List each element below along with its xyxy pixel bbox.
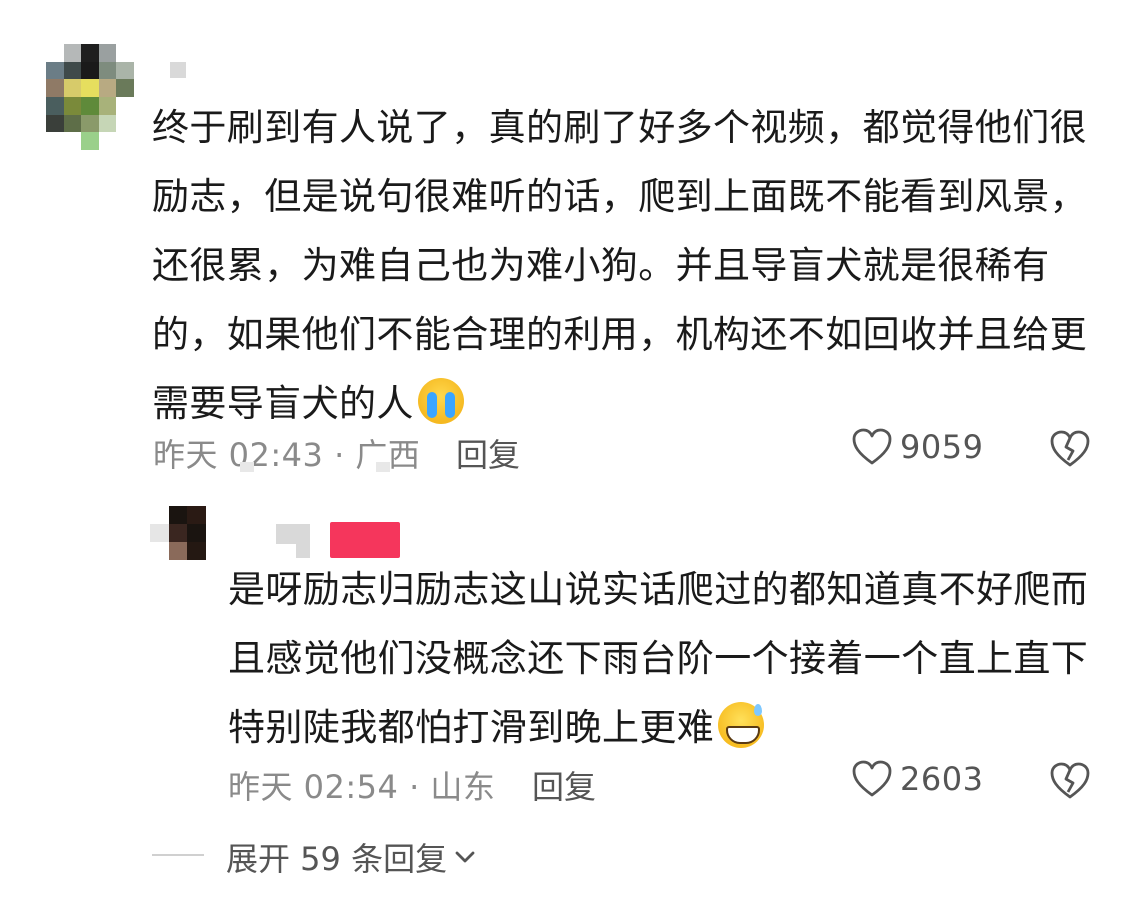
expand-replies-label: 展开 59 条回复: [226, 840, 448, 878]
loudly-crying-face-emoji: [417, 378, 464, 424]
broken-heart-icon[interactable]: [1050, 762, 1090, 800]
divider: [152, 854, 204, 856]
comment-body: 是呀励志归励志这山说实话爬过的都知道真不好爬而且感觉他们没概念还下雨台阶一个接着…: [228, 568, 1089, 749]
broken-heart-icon[interactable]: [1050, 430, 1090, 468]
comment-meta: 昨天 02:54 · 山东: [228, 768, 496, 806]
chevron-down-icon: [453, 849, 477, 865]
author-tag: [330, 522, 400, 558]
like-count: 9059: [900, 428, 984, 466]
avatar[interactable]: [46, 44, 134, 150]
meta-blur: [376, 462, 390, 472]
reply-button[interactable]: 回复: [456, 430, 520, 476]
comment-body: 终于刷到有人说了，真的刷了好多个视频，都觉得他们很励志，但是说句很难听的话，爬到…: [152, 106, 1087, 425]
username[interactable]: [170, 62, 186, 78]
comment-text: 是呀励志归励志这山说实话爬过的都知道真不好爬而且感觉他们没概念还下雨台阶一个接着…: [228, 555, 1098, 762]
avatar[interactable]: [150, 506, 206, 560]
like-count: 2603: [900, 760, 984, 798]
comment-text: 终于刷到有人说了，真的刷了好多个视频，都觉得他们很励志，但是说句很难听的话，爬到…: [152, 93, 1102, 438]
like-button[interactable]: 2603: [852, 760, 983, 798]
grinning-sweat-face-emoji: [718, 702, 765, 748]
reply-button[interactable]: 回复: [532, 762, 596, 808]
heart-icon: [852, 760, 892, 798]
heart-icon: [852, 428, 892, 466]
meta-blur: [240, 462, 254, 472]
username[interactable]: [276, 524, 310, 544]
expand-replies-button[interactable]: 展开 59 条回复: [226, 834, 477, 880]
like-button[interactable]: 9059: [852, 428, 983, 466]
